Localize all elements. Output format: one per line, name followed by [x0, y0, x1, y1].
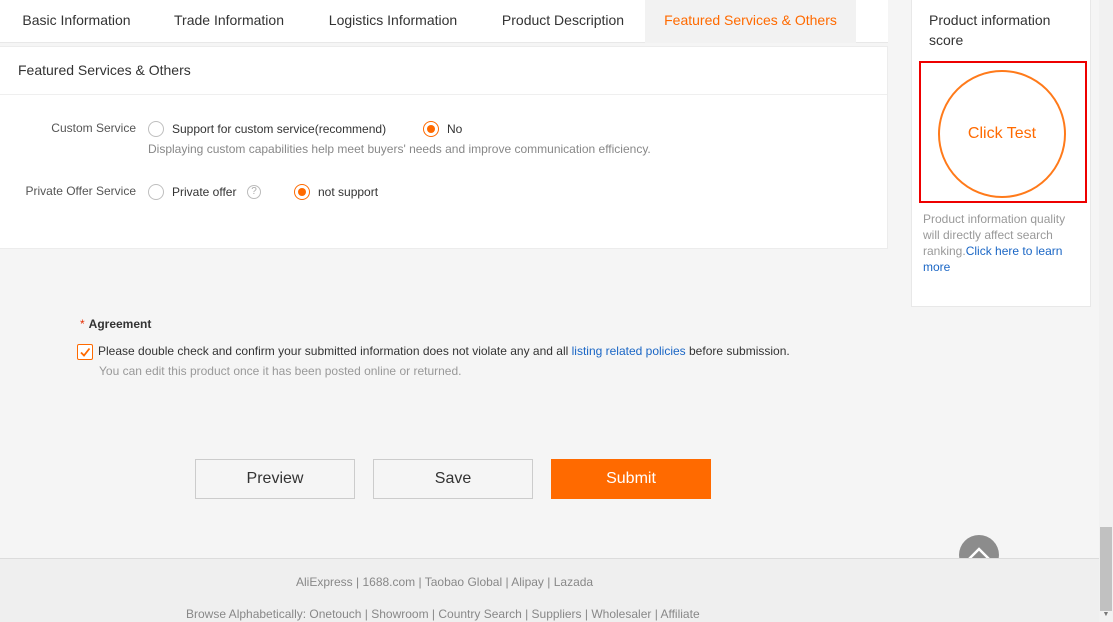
preview-button[interactable]: Preview — [195, 459, 355, 499]
footer-partner-links[interactable]: AliExpress | 1688.com | Taobao Global | … — [296, 575, 593, 589]
section-title: Featured Services & Others — [0, 47, 887, 95]
question-icon[interactable]: ? — [247, 185, 261, 199]
score-highlight-box: Click Test — [919, 61, 1087, 203]
custom-service-support-radio[interactable] — [148, 121, 164, 137]
listing-policies-link[interactable]: listing related policies — [572, 344, 686, 358]
footer: AliExpress | 1688.com | Taobao Global | … — [0, 558, 1099, 622]
agreement-label: * Agreement — [80, 317, 152, 331]
featured-services-section: Featured Services & Others Custom Servic… — [0, 46, 888, 249]
tab-bar: Basic Information Trade Information Logi… — [0, 0, 888, 43]
submit-button[interactable]: Submit — [551, 459, 711, 499]
not-support-option[interactable]: not support — [318, 185, 378, 199]
save-button[interactable]: Save — [373, 459, 533, 499]
score-note: Product information quality will directl… — [923, 212, 1066, 274]
required-mark: * — [80, 317, 85, 331]
custom-service-support-option[interactable]: Support for custom service(recommend) — [172, 122, 386, 136]
tab-logistics-information[interactable]: Logistics Information — [305, 0, 481, 43]
not-support-radio[interactable] — [294, 184, 310, 200]
tab-basic-information[interactable]: Basic Information — [0, 0, 153, 43]
tab-trade-information[interactable]: Trade Information — [153, 0, 305, 43]
tab-product-description[interactable]: Product Description — [481, 0, 645, 43]
private-offer-label: Private Offer Service — [25, 184, 136, 198]
check-icon — [80, 347, 91, 357]
custom-service-label: Custom Service — [51, 121, 136, 135]
tab-featured-services[interactable]: Featured Services & Others — [645, 0, 856, 43]
agreement-text: Please double check and confirm your sub… — [98, 344, 790, 358]
private-offer-radio[interactable] — [148, 184, 164, 200]
custom-service-no-option[interactable]: No — [447, 122, 462, 136]
private-offer-option[interactable]: Private offer — [172, 185, 236, 199]
agreement-checkbox[interactable] — [77, 344, 93, 360]
scroll-thumb[interactable] — [1100, 527, 1112, 611]
custom-service-hint: Displaying custom capabilities help meet… — [148, 142, 651, 156]
scroll-down-icon[interactable]: ▼ — [1099, 608, 1113, 622]
page-scrollbar[interactable]: ▼ — [1099, 0, 1113, 622]
score-panel-title: Product information score — [929, 12, 1051, 48]
footer-browse-links[interactable]: Browse Alphabetically: Onetouch | Showro… — [186, 607, 700, 621]
product-score-panel: Product information score Click Test Pro… — [911, 0, 1091, 307]
click-test-button[interactable]: Click Test — [938, 70, 1066, 198]
custom-service-no-radio[interactable] — [423, 121, 439, 137]
agreement-subtext: You can edit this product once it has be… — [99, 364, 462, 378]
